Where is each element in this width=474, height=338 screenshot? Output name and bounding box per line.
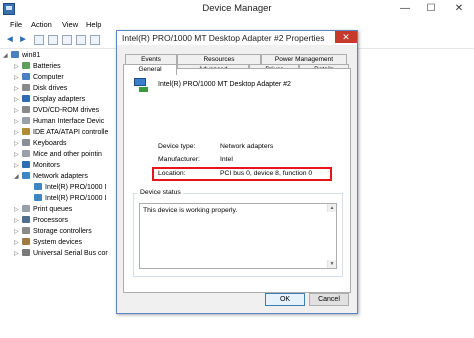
hid-icon — [22, 117, 30, 124]
device-status-group: Device status This device is working pro… — [133, 189, 343, 277]
properties-button[interactable] — [34, 35, 44, 45]
ide-icon — [22, 128, 30, 135]
scroll-down-icon[interactable]: ▼ — [327, 260, 336, 268]
tree-item-computer[interactable]: ▷ Computer — [14, 72, 64, 83]
menu-view[interactable]: View — [62, 20, 78, 29]
network-adapter-icon — [134, 78, 148, 92]
tree-item-display-adapters[interactable]: ▷ Display adapters — [14, 94, 85, 105]
update-driver-button[interactable] — [76, 35, 86, 45]
properties-dialog: Intel(R) PRO/1000 MT Desktop Adapter #2 … — [116, 30, 358, 314]
dialog-title-bar: Intel(R) PRO/1000 MT Desktop Adapter #2 … — [117, 31, 357, 45]
location-highlight — [152, 167, 332, 181]
storage-icon — [22, 227, 30, 234]
device-type-value: Network adapters — [220, 143, 274, 150]
close-button[interactable]: ✕ — [444, 0, 474, 17]
network-icon — [22, 172, 30, 179]
dialog-title: Intel(R) PRO/1000 MT Desktop Adapter #2 … — [122, 33, 325, 43]
device-tree: ◢ win81 ▷ Batteries ▷ Computer ▷ Disk drives… — [0, 48, 110, 320]
network-adapter-icon — [34, 194, 42, 201]
tab-events[interactable]: Events — [125, 54, 177, 64]
tree-item-dvd-drives[interactable]: ▷ DVD/CD-ROM drives — [14, 105, 99, 116]
help-button[interactable] — [62, 35, 72, 45]
tab-power-management[interactable]: Power Management — [261, 54, 347, 64]
monitor-icon — [22, 161, 30, 168]
device-status-text: This device is working properly. — [143, 207, 238, 214]
device-status-label: Device status — [138, 189, 183, 196]
tree-item-keyboards[interactable]: ▷ Keyboards — [14, 138, 66, 149]
battery-icon — [22, 62, 30, 69]
scroll-up-icon[interactable]: ▲ — [327, 204, 336, 212]
minimize-button[interactable]: — — [392, 0, 418, 17]
network-adapter-icon — [34, 183, 42, 190]
device-type-label: Device type: — [158, 143, 196, 150]
display-icon — [22, 95, 30, 102]
ok-button[interactable]: OK — [265, 293, 305, 306]
collapse-icon[interactable]: ◢ — [14, 172, 22, 183]
monitor-view-button[interactable] — [90, 35, 100, 45]
title-bar: Device Manager — ☐ ✕ — [0, 0, 474, 18]
processor-icon — [22, 216, 30, 223]
tree-item-batteries[interactable]: ▷ Batteries — [14, 61, 61, 72]
computer-icon — [11, 51, 19, 58]
tab-general[interactable]: General — [123, 64, 177, 75]
menu-help[interactable]: Help — [86, 20, 101, 29]
device-name: Intel(R) PRO/1000 MT Desktop Adapter #2 — [158, 81, 291, 88]
forward-button[interactable]: ▶ — [18, 35, 28, 45]
general-tab-panel: Intel(R) PRO/1000 MT Desktop Adapter #2 … — [123, 68, 351, 293]
tree-item-ide[interactable]: ▷ IDE ATA/ATAPI controlle — [14, 127, 108, 138]
tree-item-processors[interactable]: ▷ Processors — [14, 215, 68, 226]
keyboard-icon — [22, 139, 30, 146]
tree-item-mice[interactable]: ▷ Mice and other pointin — [14, 149, 102, 160]
usb-icon — [22, 249, 30, 256]
status-bar — [0, 320, 474, 338]
mouse-icon — [22, 150, 30, 157]
maximize-button[interactable]: ☐ — [418, 0, 444, 17]
scan-hardware-button[interactable] — [48, 35, 58, 45]
tree-item-adapter-1[interactable]: Intel(R) PRO/1000 I — [26, 182, 106, 193]
collapse-icon[interactable]: ◢ — [3, 51, 11, 62]
menu-file[interactable]: File — [10, 20, 22, 29]
expand-icon[interactable]: ▷ — [14, 249, 22, 260]
tree-item-network-adapters[interactable]: ◢ Network adapters — [14, 171, 88, 182]
tree-item-storage[interactable]: ▷ Storage controllers — [14, 226, 92, 237]
tree-item-monitors[interactable]: ▷ Monitors — [14, 160, 60, 171]
system-icon — [22, 238, 30, 245]
printer-icon — [22, 205, 30, 212]
tree-item-system-devices[interactable]: ▷ System devices — [14, 237, 82, 248]
dialog-close-button[interactable]: ✕ — [335, 31, 357, 43]
back-button[interactable]: ◀ — [5, 35, 15, 45]
tree-item-hid[interactable]: ▷ Human Interface Devic — [14, 116, 104, 127]
computer-icon — [22, 73, 30, 80]
tree-item-print-queues[interactable]: ▷ Print queues — [14, 204, 72, 215]
tree-item-usb[interactable]: ▷ Universal Serial Bus cor — [14, 248, 108, 259]
disk-icon — [22, 84, 30, 91]
tree-item-disk-drives[interactable]: ▷ Disk drives — [14, 83, 67, 94]
cancel-button[interactable]: Cancel — [309, 293, 349, 306]
manufacturer-value: Intel — [220, 156, 233, 163]
device-status-textbox[interactable]: This device is working properly. ▲ ▼ — [139, 203, 337, 269]
menu-action[interactable]: Action — [31, 20, 52, 29]
tab-resources[interactable]: Resources — [177, 54, 261, 64]
dvd-icon — [22, 106, 30, 113]
tree-item-adapter-2[interactable]: Intel(R) PRO/1000 I — [26, 193, 106, 204]
tree-root[interactable]: ◢ win81 — [3, 50, 40, 61]
manufacturer-label: Manufacturer: — [158, 156, 200, 163]
